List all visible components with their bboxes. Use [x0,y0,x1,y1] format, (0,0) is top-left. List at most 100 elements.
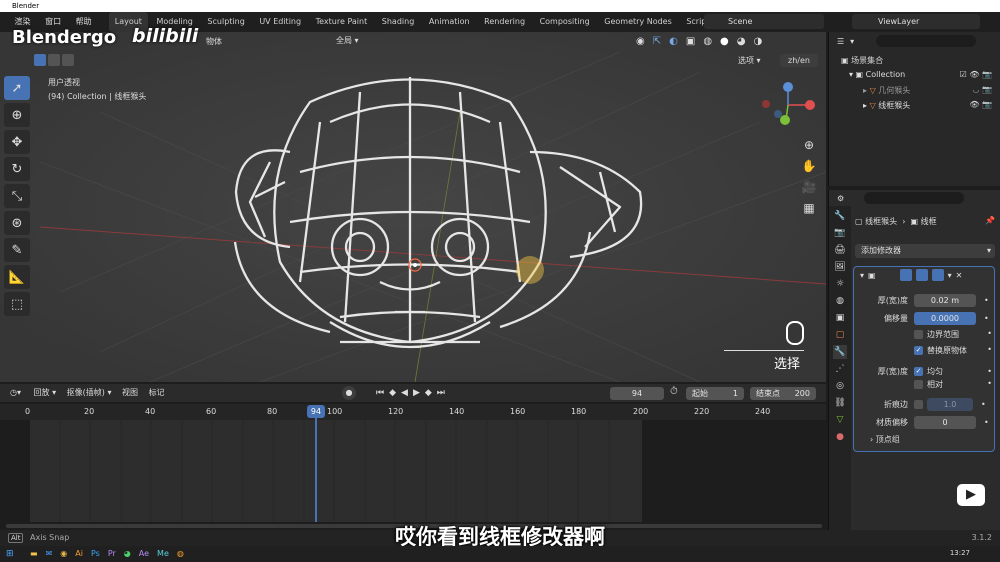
camera-icon[interactable]: 🎥 [802,180,817,194]
output-tab-icon[interactable]: 🖨 [833,243,847,257]
zoom-icon[interactable]: ⊕ [804,138,814,152]
end-frame-field[interactable]: 结束点 200 [750,387,816,400]
thickness-field[interactable]: 0.02 m [914,293,976,307]
play-icon[interactable]: ▶ [413,388,420,398]
editmode-toggle-icon[interactable] [899,269,912,281]
scene-tab-icon[interactable]: ☼ [833,277,847,291]
transform-tool-icon[interactable]: ⊛ [4,211,30,235]
cursor-tool-icon[interactable]: ⊕ [4,103,30,127]
physics-tab-icon[interactable]: ◎ [833,379,847,393]
add-modifier-button[interactable]: 添加修改器 ▾ [855,244,995,258]
tab-geometry-nodes[interactable]: Geometry Nodes [598,12,677,32]
wechat-icon[interactable]: ◕ [124,549,131,559]
viewport-toggle-icon[interactable] [915,269,928,281]
rendered-shading-icon[interactable]: ◑ [754,36,763,47]
jump-start-icon[interactable]: ⏮ [376,388,384,398]
material-shading-icon[interactable]: ◕ [737,36,746,47]
pan-hand-icon[interactable]: ✋ [802,159,817,173]
constraints-tab-icon[interactable]: ⛓ [833,396,847,410]
select-new-icon[interactable] [34,54,46,66]
select-tool-icon[interactable]: ➚ [4,76,30,100]
tab-compositing[interactable]: Compositing [534,12,596,32]
replace-original-checkbox[interactable]: ✓ [914,346,923,355]
boundary-checkbox[interactable] [914,330,923,339]
vertex-group-subpanel[interactable]: › 顶点组 [858,431,994,449]
outliner-editor-icon[interactable]: ☰ [837,37,844,46]
outliner-filter-icon[interactable]: ▾ [850,37,854,46]
outliner-search-input[interactable] [876,35,977,47]
record-button[interactable]: ● [342,386,356,400]
scene-selector[interactable]: Scene [704,14,824,29]
world-tab-icon[interactable]: ◍ [833,294,847,308]
timeline-frame-range[interactable] [30,420,642,522]
boundary-row[interactable]: 边界范围 • [858,329,994,345]
view-menu[interactable]: 视图 [122,388,138,397]
modifier-tab-icon[interactable]: 🔧 [833,345,847,359]
material-tab-icon[interactable]: ● [833,430,847,444]
material-offset-field[interactable]: 0 [914,415,976,429]
photoshop-icon[interactable]: Ps [91,549,100,559]
tab-shading[interactable]: Shading [376,12,421,32]
data-tab-icon[interactable]: ▽ [833,413,847,427]
start-frame-field[interactable]: 起始 1 [686,387,744,400]
pin-icon[interactable]: 📌 [985,216,995,225]
visibility-icon[interactable]: ◉ [636,36,645,47]
keying-menu[interactable]: 抠像(插帧) [67,388,105,397]
viewport-menu-object[interactable]: 物体 [206,36,222,47]
playhead-frame-label[interactable]: 94 [307,405,325,418]
play-reverse-icon[interactable]: ◀ [401,388,408,398]
chrome-icon[interactable]: ◉ [60,549,67,559]
outliner-item-wire-monkey[interactable]: ▸ ▽ 线框猴头 👁 📷 [841,100,1000,115]
move-tool-icon[interactable]: ✥ [4,130,30,154]
tab-animation[interactable]: Animation [423,12,476,32]
jump-end-icon[interactable]: ⏭ [437,388,445,398]
annotate-tool-icon[interactable]: ✎ [4,238,30,262]
stopwatch-icon[interactable]: ⏱ [670,386,678,397]
rotate-tool-icon[interactable]: ↻ [4,157,30,181]
file-explorer-icon[interactable]: ▬ [30,549,38,559]
wireframe-shading-icon[interactable]: ◍ [703,36,712,47]
premiere-icon[interactable]: Pr [108,549,116,559]
select-extend-icon[interactable] [48,54,60,66]
next-key-icon[interactable]: ◆ [425,388,432,398]
3d-viewport[interactable] [0,32,826,382]
media-encoder-icon[interactable]: Me [157,549,169,559]
replace-original-row[interactable]: ✓ 替换原物体 • [858,345,994,361]
solid-shading-icon[interactable]: ● [720,36,729,47]
prev-key-icon[interactable]: ◆ [389,388,396,398]
collection-row[interactable]: ▾ ▣ Collection ☑ 👁 📷 [841,70,1000,85]
tool-tab-icon[interactable]: 🔧 [833,209,847,223]
playback-menu[interactable]: 回放 [34,388,50,397]
relative-row[interactable]: 相对 • [858,379,994,395]
outliner-item-geometry-monkey[interactable]: ▸ ▽ 几何猴头 ◡ 📷 [841,85,1000,100]
properties-editor-icon[interactable]: ⚙ [837,194,844,203]
tab-uv-editing[interactable]: UV Editing [253,12,307,32]
render-tab-icon[interactable]: 📷 [833,226,847,240]
timeline-editor-icon[interactable]: ◷▾ [10,388,21,397]
timeline-ruler[interactable]: 0 20 40 60 80 100 120 140 160 180 200 22… [0,404,826,420]
collapse-arrow-icon[interactable]: ▾ [860,271,864,280]
properties-search-input[interactable] [864,192,965,204]
measure-tool-icon[interactable]: 📐 [4,265,30,289]
view-layer-selector[interactable]: ViewLayer [852,14,980,29]
tab-sculpting[interactable]: Sculpting [201,12,250,32]
crease-checkbox[interactable] [914,399,923,409]
gizmo-icon[interactable]: ⇱ [653,36,661,47]
even-checkbox[interactable]: ✓ [914,366,923,376]
navigation-gizmo[interactable] [758,80,822,130]
remove-modifier-icon[interactable]: ✕ [956,271,963,280]
current-frame-field[interactable]: 94 [610,387,664,400]
xray-icon[interactable]: ▣ [686,36,695,47]
options-dropdown[interactable]: 选项 ▾ [738,55,761,66]
select-subtract-icon[interactable] [62,54,74,66]
overlay-icon[interactable]: ◐ [669,36,678,47]
blender-taskbar-icon[interactable]: ◍ [177,549,184,559]
particles-tab-icon[interactable]: ⋰ [833,362,847,376]
start-menu-icon[interactable]: ⊞ [6,549,14,559]
object-tab-icon[interactable]: ▢ [833,328,847,342]
marker-menu[interactable]: 标记 [149,388,165,397]
scale-tool-icon[interactable]: ⤡ [4,184,30,208]
view-layer-tab-icon[interactable]: 🖼 [833,260,847,274]
crease-weight-field[interactable]: 1.0 [927,397,973,411]
tab-texture-paint[interactable]: Texture Paint [310,12,374,32]
